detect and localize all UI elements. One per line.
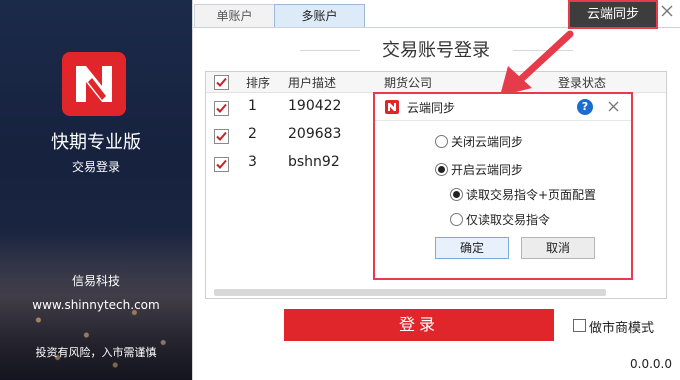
market-maker-label: 做市商模式 — [589, 321, 655, 336]
label-sync-off: 关闭云端同步 — [451, 135, 524, 149]
radio-sync-on[interactable] — [435, 163, 448, 176]
row-checkbox[interactable] — [214, 157, 229, 172]
help-icon[interactable]: ? — [577, 99, 593, 115]
horizontal-scrollbar[interactable] — [214, 289, 606, 296]
version-label: 0.0.0.0 — [630, 357, 672, 371]
check-icon — [216, 159, 227, 169]
market-maker-checkbox[interactable] — [573, 319, 586, 332]
check-icon — [216, 103, 227, 113]
row-checkbox[interactable] — [214, 101, 229, 116]
app-subtitle: 交易登录 — [71, 160, 120, 174]
table-header: 排序 用户描述 期货公司 登录状态 — [206, 72, 666, 93]
row-order: 1 — [248, 98, 257, 114]
column-header-broker: 期货公司 — [384, 76, 433, 90]
check-icon — [216, 131, 227, 141]
company-name: 信易科技 — [71, 274, 120, 288]
panel-divider — [192, 0, 193, 380]
label-read-orders-and-layout: 读取交易指令+页面配置 — [466, 188, 597, 202]
cloud-sync-button[interactable]: 云端同步 — [568, 0, 658, 29]
radio-read-orders-and-layout[interactable] — [450, 188, 463, 201]
row-order: 3 — [248, 154, 257, 170]
radio-sync-off[interactable] — [435, 135, 448, 148]
app-logo-icon — [385, 100, 399, 114]
website-link[interactable]: www.shinnytech.com — [0, 298, 192, 312]
row-order: 2 — [248, 126, 257, 142]
tab-multi-account[interactable]: 多账户 — [274, 4, 365, 27]
label-sync-on: 开启云端同步 — [451, 163, 524, 177]
check-icon — [216, 77, 227, 87]
column-header-user: 用户描述 — [288, 76, 337, 90]
tab-bar-underline — [193, 27, 680, 28]
row-user: bshn92 — [288, 154, 340, 170]
tab-single-account[interactable]: 单账户 — [194, 4, 275, 27]
close-icon[interactable] — [660, 4, 674, 18]
row-user: 209683 — [288, 126, 342, 142]
close-icon[interactable] — [607, 100, 620, 113]
risk-notice: 投资有风险，入市需谨慎 — [35, 346, 157, 359]
cloud-sync-dialog: 云端同步 ? 关闭云端同步 开启云端同步 读取交易指令+页面配置 仅读取交易指令… — [373, 92, 633, 280]
app-title: 快期专业版 — [51, 132, 141, 153]
brand-panel: 快期专业版 交易登录 信易科技 www.shinnytech.com 投资有风险… — [0, 0, 192, 380]
ok-button[interactable]: 确定 — [435, 237, 509, 259]
annotation-arrow-icon — [500, 30, 574, 96]
cancel-button[interactable]: 取消 — [521, 237, 595, 259]
column-header-order: 排序 — [246, 76, 271, 90]
row-user: 190422 — [288, 98, 342, 114]
radio-read-orders-only[interactable] — [450, 213, 463, 226]
dialog-title: 云端同步 — [407, 101, 456, 115]
select-all-checkbox[interactable] — [214, 75, 229, 90]
login-button[interactable]: 登录 — [284, 309, 554, 341]
kuaiqi-logo-icon — [62, 52, 126, 116]
row-checkbox[interactable] — [214, 129, 229, 144]
dialog-titlebar: 云端同步 ? — [375, 94, 631, 121]
label-read-orders-only: 仅读取交易指令 — [466, 213, 551, 227]
